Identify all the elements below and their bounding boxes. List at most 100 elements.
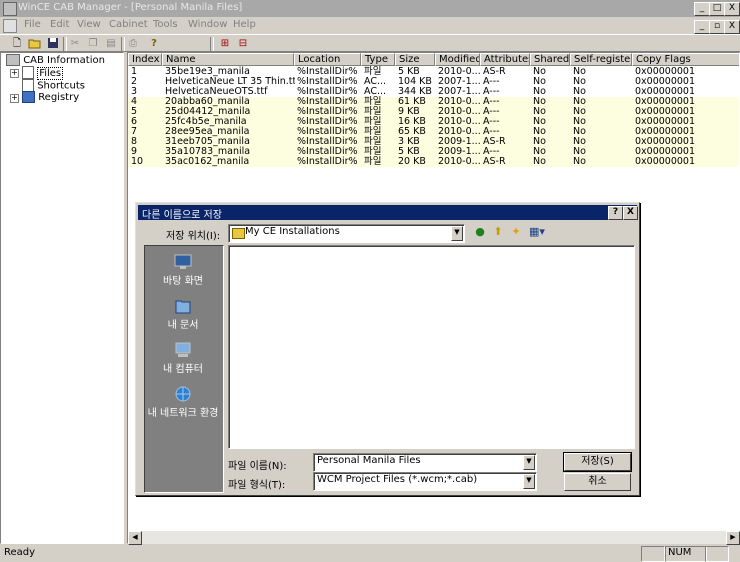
- copy-icon[interactable]: ❐: [86, 37, 100, 50]
- table-cell: No: [533, 156, 546, 167]
- maximize-button[interactable]: □: [709, 2, 725, 16]
- tree-root[interactable]: CAB Information: [6, 54, 105, 66]
- status-bar: Ready NUM: [0, 545, 740, 562]
- expand-icon[interactable]: +: [10, 94, 19, 103]
- col-type[interactable]: Type: [361, 53, 395, 66]
- menu-window[interactable]: Window: [188, 19, 227, 30]
- col-attributes[interactable]: Attributes: [480, 53, 530, 66]
- save-in-label: 저장 위치(I):: [166, 231, 221, 242]
- toolbar-separator: [210, 37, 214, 51]
- window-title: WinCE CAB Manager - [Personal Manila Fil…: [18, 2, 243, 13]
- menu-tools[interactable]: Tools: [153, 19, 178, 30]
- filename-label: 파일 이름(N):: [228, 461, 287, 472]
- doc-icon[interactable]: [3, 19, 17, 33]
- dialog-title: 다른 이름으로 저장: [142, 210, 222, 221]
- status-panel: [705, 546, 729, 562]
- places-bar: 바탕 화면 내 문서 내 컴퓨터 내 네트워크 환경: [144, 245, 224, 493]
- add-file-icon[interactable]: ⊞: [218, 37, 232, 50]
- col-copy-flags[interactable]: Copy Flags: [632, 53, 739, 66]
- dropdown-arrow-icon[interactable]: ▼: [451, 226, 463, 241]
- up-folder-icon[interactable]: ⬆: [491, 225, 505, 239]
- dialog-close-button[interactable]: X: [623, 206, 638, 220]
- table-cell: 파일: [364, 156, 382, 167]
- back-icon[interactable]: ●: [473, 225, 487, 239]
- toolbar: 🗋 ✂ ❐ ▤ ⎙ ? ⊞ ⊟: [0, 34, 740, 52]
- cut-icon[interactable]: ✂: [68, 37, 82, 50]
- table-cell: 2010-0...: [438, 156, 481, 167]
- my-documents-icon: [175, 300, 191, 314]
- tree-item-files[interactable]: Files: [22, 66, 64, 80]
- paste-icon[interactable]: ▤: [104, 37, 118, 50]
- dialog-help-button[interactable]: ?: [608, 206, 623, 220]
- dropdown-arrow-icon[interactable]: ▼: [523, 474, 535, 489]
- filetype-label: 파일 형식(T):: [228, 480, 286, 491]
- expand-icon[interactable]: +: [10, 69, 19, 78]
- place-desktop[interactable]: 바탕 화면: [145, 254, 221, 287]
- tree-item-registry[interactable]: Registry: [22, 91, 79, 103]
- minimize-button[interactable]: _: [694, 2, 710, 16]
- col-name[interactable]: Name: [162, 53, 294, 66]
- mdi-restore-button[interactable]: ▫: [709, 20, 725, 34]
- place-network[interactable]: 내 네트워크 환경: [145, 386, 221, 419]
- menu-help[interactable]: Help: [233, 19, 256, 30]
- registry-icon: [22, 91, 35, 103]
- table-cell: 10: [131, 156, 144, 167]
- network-icon: [175, 386, 191, 402]
- app-icon: [3, 2, 17, 16]
- table-cell: 20 KB: [398, 156, 426, 167]
- scroll-right-icon[interactable]: ▶: [726, 531, 740, 545]
- table-cell: No: [573, 156, 586, 167]
- place-my-documents[interactable]: 내 문서: [145, 298, 221, 331]
- col-shared[interactable]: Shared: [530, 53, 570, 66]
- print-icon[interactable]: ⎙: [126, 37, 140, 50]
- horizontal-scrollbar[interactable]: ◀ ▶: [128, 531, 740, 545]
- col-modified[interactable]: Modified: [435, 53, 480, 66]
- help-icon[interactable]: ?: [147, 37, 161, 50]
- filename-input[interactable]: Personal Manila Files ▼: [313, 453, 537, 472]
- save-in-combo[interactable]: My CE Installations ▼: [228, 224, 465, 243]
- col-location[interactable]: Location: [294, 53, 361, 66]
- table-row[interactable]: 10 35ac0162_manila %InstallDir% 파일 20 KB 2010…: [128, 156, 739, 167]
- cancel-button[interactable]: 취소: [564, 473, 631, 491]
- save-as-dialog: 다른 이름으로 저장 ? X 저장 위치(I): My CE Installat…: [135, 202, 640, 496]
- new-folder-icon[interactable]: ✦: [509, 225, 523, 239]
- col-index[interactable]: Index: [128, 53, 162, 66]
- col-size[interactable]: Size: [395, 53, 435, 66]
- menu-edit[interactable]: Edit: [50, 19, 69, 30]
- toolbar-separator: [63, 37, 67, 51]
- table-cell: 35ac0162_manila: [165, 156, 250, 167]
- menu-view[interactable]: View: [77, 19, 101, 30]
- dialog-title-bar: 다른 이름으로 저장 ? X: [138, 205, 638, 221]
- remove-file-icon[interactable]: ⊟: [236, 37, 250, 50]
- place-my-computer[interactable]: 내 컴퓨터: [145, 342, 221, 375]
- menu-file[interactable]: File: [24, 19, 41, 30]
- save-button[interactable]: 저장(S): [563, 452, 632, 472]
- my-computer-icon: [175, 342, 191, 357]
- status-panel: [641, 546, 665, 562]
- dropdown-arrow-icon[interactable]: ▼: [523, 455, 535, 470]
- new-icon[interactable]: 🗋: [10, 37, 24, 50]
- table-cell: %InstallDir%: [297, 156, 358, 167]
- file-browser-area[interactable]: [228, 245, 635, 449]
- table-cell: AS-R: [483, 156, 506, 167]
- menu-cabinet[interactable]: Cabinet: [109, 19, 148, 30]
- folder-icon: [232, 228, 245, 239]
- file-icon: [22, 66, 34, 79]
- col-self-register[interactable]: Self-register: [570, 53, 632, 66]
- table-cell: 0x00000001: [635, 156, 696, 167]
- mdi-minimize-button[interactable]: _: [694, 20, 710, 34]
- save-icon[interactable]: [46, 37, 60, 50]
- mdi-close-button[interactable]: X: [724, 20, 740, 34]
- toolbar-separator: [121, 37, 125, 51]
- tree-view[interactable]: CAB Information + Files Shortcuts + Regi…: [0, 52, 124, 544]
- menu-bar: File Edit View Cabinet Tools Window Help…: [0, 17, 740, 34]
- scroll-left-icon[interactable]: ◀: [128, 531, 142, 545]
- num-indicator: NUM: [665, 546, 707, 562]
- computer-icon: [6, 54, 20, 66]
- filetype-select[interactable]: WCM Project Files (*.wcm;*.cab) ▼: [313, 472, 537, 491]
- title-bar: WinCE CAB Manager - [Personal Manila Fil…: [0, 0, 740, 17]
- status-text: Ready: [4, 547, 36, 558]
- view-menu-icon[interactable]: ▦▾: [527, 225, 547, 239]
- close-button[interactable]: X: [724, 2, 740, 16]
- open-icon[interactable]: [28, 37, 42, 50]
